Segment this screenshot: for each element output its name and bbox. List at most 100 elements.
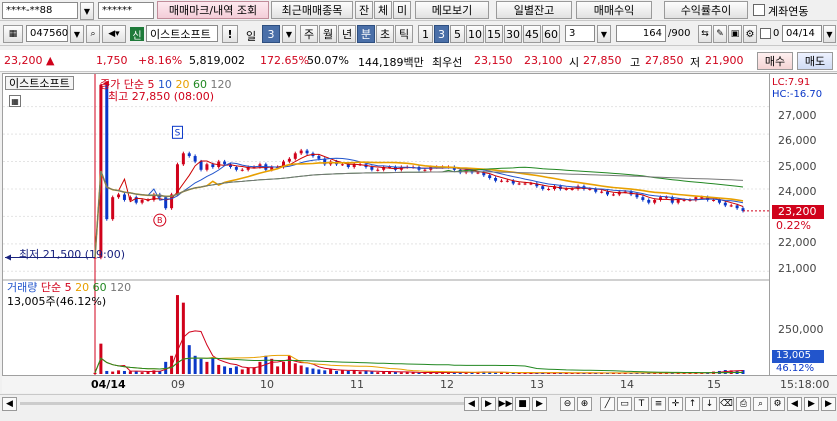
xtick-14: 14 bbox=[620, 378, 634, 391]
period-dropdown-icon[interactable]: ▼ bbox=[282, 25, 296, 43]
candle-body bbox=[735, 205, 739, 209]
candle-body bbox=[664, 197, 668, 199]
stock-code: 047560 bbox=[30, 28, 69, 39]
xtick-12: 12 bbox=[440, 378, 454, 391]
sell-button[interactable]: 매도 bbox=[797, 52, 833, 70]
table-icon[interactable]: ▦ bbox=[9, 95, 21, 107]
save-icon[interactable]: ▣ bbox=[728, 25, 742, 43]
account-dropdown-icon[interactable]: ▼ bbox=[80, 2, 94, 20]
alert-button[interactable]: ! bbox=[222, 25, 238, 43]
candle-body bbox=[111, 197, 115, 220]
bottom-nav: ◀ ◀ ▶ ▶▶ ■ ▶ ⊖ ⊕ ╱ ▭ T ≡ ✛ ↑ ↓ ⌫ ⎙ ⌕ ⚙ ◀… bbox=[0, 394, 837, 412]
volume-bar bbox=[399, 372, 403, 374]
unfilled-button[interactable]: 미 bbox=[393, 1, 411, 19]
interval-45[interactable]: 45 bbox=[523, 25, 541, 43]
chart-area[interactable]: SB 이스트소프트 종가 단순 5 10 20 60 120 ▦ 최고 27,8… bbox=[2, 73, 771, 393]
date-dropdown-icon[interactable]: ▼ bbox=[823, 25, 836, 43]
unit-month[interactable]: 월 bbox=[319, 25, 337, 43]
candle-body bbox=[187, 153, 191, 157]
trade-profit-button[interactable]: 매매수익 bbox=[576, 1, 652, 19]
scrollbar-track[interactable] bbox=[20, 402, 470, 405]
interval-30[interactable]: 30 bbox=[504, 25, 522, 43]
stock-tab[interactable]: 이스트소프트 bbox=[5, 76, 74, 90]
page-left-icon[interactable]: ◀ bbox=[787, 397, 802, 411]
volume-bar bbox=[305, 367, 309, 374]
scroll-left-icon[interactable]: ◀ bbox=[2, 397, 17, 411]
interval-5[interactable]: 5 bbox=[450, 25, 465, 43]
volume-bar bbox=[411, 372, 415, 374]
stock-code-field[interactable]: 047560 bbox=[26, 25, 68, 42]
change-value: 1,750 bbox=[96, 54, 128, 67]
executed-button[interactable]: 체 bbox=[374, 1, 392, 19]
daily-balance-button[interactable]: 일별잔고 bbox=[496, 1, 572, 19]
trade-mark-button[interactable]: 매매마크/내역 조회 bbox=[157, 1, 269, 19]
zoom-in-icon[interactable]: ⊕ bbox=[577, 397, 592, 411]
search-icon[interactable]: ⌕ bbox=[86, 25, 100, 43]
settings-icon[interactable]: ⚙ bbox=[770, 397, 785, 411]
chart-tools-icon[interactable]: ⇆ bbox=[698, 25, 712, 43]
unit-week[interactable]: 주 bbox=[300, 25, 318, 43]
candle-body bbox=[240, 169, 244, 171]
candle-body bbox=[712, 199, 716, 201]
fib-icon[interactable]: ≡ bbox=[651, 397, 666, 411]
volume-value: 5,819,002 bbox=[189, 54, 245, 67]
view-count: 164 bbox=[642, 28, 662, 39]
link-account-checkbox[interactable] bbox=[753, 4, 765, 16]
zoom-out-icon[interactable]: ⊖ bbox=[560, 397, 575, 411]
draw-line-icon[interactable]: ╱ bbox=[600, 397, 615, 411]
page-right-icon[interactable]: ▶ bbox=[804, 397, 819, 411]
code-dropdown-icon[interactable]: ▼ bbox=[70, 25, 84, 43]
buy-button[interactable]: 매수 bbox=[757, 52, 793, 70]
arrow-down-icon[interactable]: ↓ bbox=[702, 397, 717, 411]
link-account-label: 계좌연동 bbox=[768, 5, 809, 18]
print-icon[interactable]: ⎙ bbox=[736, 397, 751, 411]
account-toolbar: ****-**88 ▼ ****** 매매마크/내역 조회 최근매매종목 잔 체… bbox=[0, 0, 837, 21]
search-chart-icon[interactable]: ⌕ bbox=[753, 397, 768, 411]
interval-1[interactable]: 1 bbox=[418, 25, 433, 43]
nav-fast-icon[interactable]: ▶▶ bbox=[498, 397, 513, 411]
volume-bar bbox=[323, 370, 327, 374]
view-count-field[interactable]: 164 bbox=[616, 25, 666, 42]
recent-trades-button[interactable]: 최근매매종목 bbox=[271, 1, 353, 19]
gear-icon[interactable]: ⚙ bbox=[743, 25, 757, 43]
nav-prev-icon[interactable]: ◀ bbox=[464, 397, 479, 411]
password-mask: ****** bbox=[102, 5, 132, 16]
unit-minute[interactable]: 분 bbox=[357, 25, 375, 43]
arrow-up-icon[interactable]: ↑ bbox=[685, 397, 700, 411]
bar-count-field[interactable]: 3 bbox=[565, 25, 595, 42]
date-field[interactable]: 04/14 bbox=[782, 25, 822, 42]
cross-icon[interactable]: ✛ bbox=[668, 397, 683, 411]
quote-bar: 23,200 ▲ 1,750 +8.16% 5,819,002 172.65% … bbox=[0, 50, 837, 72]
volume-bar bbox=[140, 372, 144, 374]
interval-15[interactable]: 15 bbox=[485, 25, 503, 43]
zero-checkbox[interactable] bbox=[760, 28, 771, 39]
memo-button[interactable]: 메모보기 bbox=[415, 1, 489, 19]
volume-bar bbox=[93, 372, 97, 374]
stock-name-field[interactable]: 이스트소프트 bbox=[146, 25, 218, 42]
grid-icon[interactable]: ▦ bbox=[3, 25, 23, 43]
account-field[interactable]: ****-**88 bbox=[2, 2, 78, 19]
password-field[interactable]: ****** bbox=[98, 2, 154, 19]
unit-second[interactable]: 초 bbox=[376, 25, 394, 43]
candle-body bbox=[181, 153, 185, 165]
page-end-icon[interactable]: ▶ bbox=[821, 397, 836, 411]
nav-play-icon[interactable]: ▶ bbox=[532, 397, 547, 411]
balance-button[interactable]: 잔 bbox=[355, 1, 373, 19]
unit-tick[interactable]: 틱 bbox=[395, 25, 413, 43]
change-percent: +8.16% bbox=[138, 54, 183, 67]
return-trend-button[interactable]: 수익률추이 bbox=[664, 1, 748, 19]
interval-3[interactable]: 3 bbox=[434, 25, 449, 43]
speaker-icon[interactable]: ◀▾ bbox=[102, 25, 126, 43]
draw-text-icon[interactable]: T bbox=[634, 397, 649, 411]
nav-stop-icon[interactable]: ■ bbox=[515, 397, 530, 411]
eraser-icon[interactable]: ⌫ bbox=[719, 397, 734, 411]
period-value[interactable]: 3 bbox=[262, 25, 280, 43]
volume-bar bbox=[282, 361, 286, 374]
draw-rect-icon[interactable]: ▭ bbox=[617, 397, 632, 411]
bar-count-dropdown-icon[interactable]: ▼ bbox=[597, 25, 611, 43]
chart-edit-icon[interactable]: ✎ bbox=[713, 25, 727, 43]
interval-60[interactable]: 60 bbox=[542, 25, 560, 43]
interval-10[interactable]: 10 bbox=[466, 25, 484, 43]
nav-next-icon[interactable]: ▶ bbox=[481, 397, 496, 411]
unit-year[interactable]: 년 bbox=[338, 25, 356, 43]
